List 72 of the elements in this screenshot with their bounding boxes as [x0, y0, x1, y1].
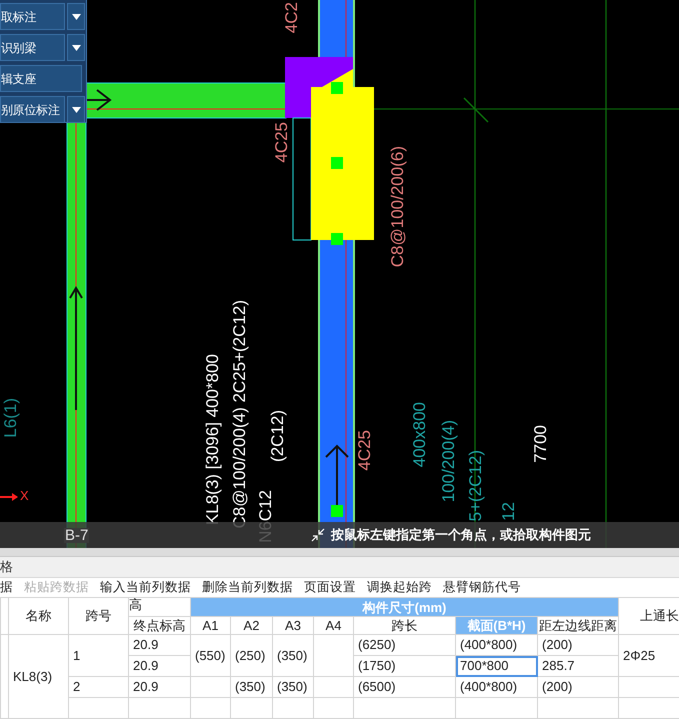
- table-cell: (350): [272, 676, 314, 698]
- annotation-text: 7700: [532, 425, 549, 463]
- table-cell: 1: [68, 634, 128, 676]
- annotation-text: 12: [500, 502, 517, 521]
- group-header: 构件尺寸(mm): [190, 598, 619, 616]
- annotation-text: 4C25: [356, 430, 373, 471]
- annotation-text: L6(1): [2, 398, 19, 438]
- dropdown-button[interactable]: [67, 96, 85, 123]
- table-cell: (400*800): [456, 676, 538, 698]
- column-header: 截面(B*H): [456, 616, 538, 634]
- arrow-icon: [86, 89, 112, 111]
- toolbar-button[interactable]: 悬臂钢筋代号: [443, 578, 521, 597]
- table-cell: (200): [538, 676, 619, 698]
- toolbar-button[interactable]: 删除当前列数据: [202, 578, 293, 597]
- column-header: 名称: [8, 598, 68, 634]
- annotation-text: 5+(2C12): [467, 450, 484, 522]
- annotation-text: 4C2: [283, 2, 300, 34]
- toolbar-button[interactable]: 页面设置: [304, 578, 356, 597]
- toolbar-button[interactable]: 据: [0, 578, 13, 597]
- caret-icon: [72, 106, 80, 112]
- column-header: A3: [272, 616, 314, 634]
- toolbar-button[interactable]: 输入当前列数据: [100, 578, 191, 597]
- column-header: 上通长: [618, 598, 679, 634]
- grip-point: [331, 157, 343, 169]
- column-header: A1: [190, 616, 230, 634]
- table-cell: (6250): [354, 634, 456, 656]
- table-cell: (250): [230, 634, 272, 676]
- arrow-icon: [69, 286, 83, 410]
- annotation-text: C8@100/200(4) 2C25+(2C12): [231, 300, 248, 528]
- table-cell: (550): [190, 634, 230, 676]
- column-header: 高: [128, 598, 190, 616]
- table-cell: (6500): [354, 676, 456, 698]
- dropdown-button[interactable]: [67, 34, 85, 61]
- caret-icon: [72, 14, 80, 20]
- table-cell: (350): [272, 634, 314, 676]
- column-header: A4: [314, 616, 354, 634]
- annotation-text: 400x800: [411, 402, 428, 468]
- menu-button[interactable]: 辑支座: [0, 65, 82, 92]
- table-cell: 700*800: [456, 656, 538, 676]
- table-cell: 2: [68, 676, 128, 698]
- annotation-text: C8@100/200(6): [389, 146, 406, 268]
- table-cell: 20.9: [128, 634, 190, 656]
- axis-label: X: [20, 489, 29, 502]
- column-header: 距左边线距离: [538, 616, 619, 634]
- shrink-icon: [311, 528, 325, 542]
- grid-label: B-7: [64, 528, 90, 543]
- column-header: 跨号: [68, 598, 128, 634]
- grip-point: [331, 505, 343, 517]
- annotation-text: 4C25: [273, 122, 290, 163]
- table-cell: (350): [230, 676, 272, 698]
- annotation-text: KL8(3) [3096] 400*800: [204, 354, 221, 526]
- annotation-text: (2C12): [269, 410, 286, 462]
- dropdown-button[interactable]: [67, 3, 85, 30]
- annotation-text: 100/200(4): [440, 420, 457, 502]
- column-header: 跨长: [354, 616, 456, 634]
- panel-title: 格: [0, 558, 13, 576]
- caret-icon: [72, 44, 80, 50]
- table-cell: (200): [538, 634, 619, 656]
- menu-button[interactable]: 取标注: [0, 3, 65, 30]
- table-cell: 20.9: [128, 676, 190, 698]
- grip-point: [331, 82, 343, 94]
- table-cell: (1750): [354, 656, 456, 676]
- column-header: 终点标高: [128, 616, 190, 634]
- table-cell: KL8(3): [8, 634, 68, 718]
- menu-button[interactable]: 别原位标注: [0, 96, 65, 123]
- grip-point: [331, 233, 343, 245]
- prompt-text: 按鼠标左键指定第一个角点，或拾取构件图元: [331, 526, 591, 544]
- table-cell: (400*800): [456, 634, 538, 656]
- axis-arrow: [0, 493, 18, 501]
- menu-button[interactable]: 识别梁: [0, 34, 65, 61]
- column-header: A2: [230, 616, 272, 634]
- toolbar-button[interactable]: 调换起始跨: [367, 578, 432, 597]
